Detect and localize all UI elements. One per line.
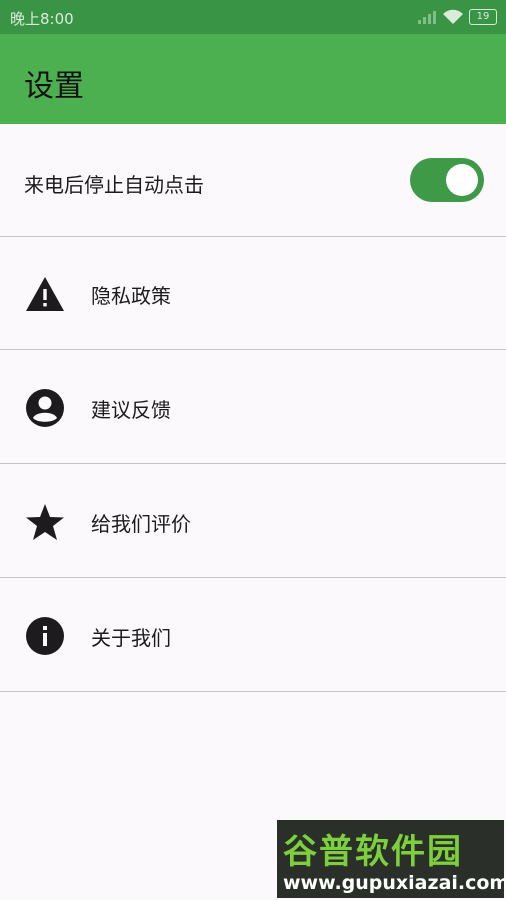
auto-stop-label: 来电后停止自动点击 [24,173,204,197]
toggle-knob [446,164,478,196]
settings-item-label: 隐私政策 [91,284,171,308]
account-circle-icon [26,389,64,427]
settings-item-rate-us[interactable]: 给我们评价 [0,465,506,578]
watermark-logo: 谷普软件园 www.gupuxiazai.com [277,820,506,898]
watermark-url: www.gupuxiazai.com [283,872,506,894]
settings-item-label: 关于我们 [91,626,171,650]
signal-icon [418,11,436,24]
page-title: 设置 [24,69,84,104]
settings-item-label: 建议反馈 [91,398,171,422]
status-bar: 晚上8:00 19 [0,0,506,34]
auto-stop-toggle[interactable] [410,158,484,202]
battery-icon: 19 [469,9,497,25]
wifi-icon [443,9,463,24]
watermark-brand: 谷普软件园 [283,832,463,872]
settings-item-about-us[interactable]: 关于我们 [0,579,506,692]
auto-stop-setting-row[interactable]: 来电后停止自动点击 [0,124,506,237]
settings-item-feedback[interactable]: 建议反馈 [0,351,506,464]
app-bar: 设置 [0,34,506,124]
star-icon [26,504,64,540]
warning-icon [26,277,64,311]
settings-item-privacy-policy[interactable]: 隐私政策 [0,237,506,350]
info-icon [26,617,64,655]
settings-item-label: 给我们评价 [91,512,191,536]
status-time: 晚上8:00 [10,10,74,28]
